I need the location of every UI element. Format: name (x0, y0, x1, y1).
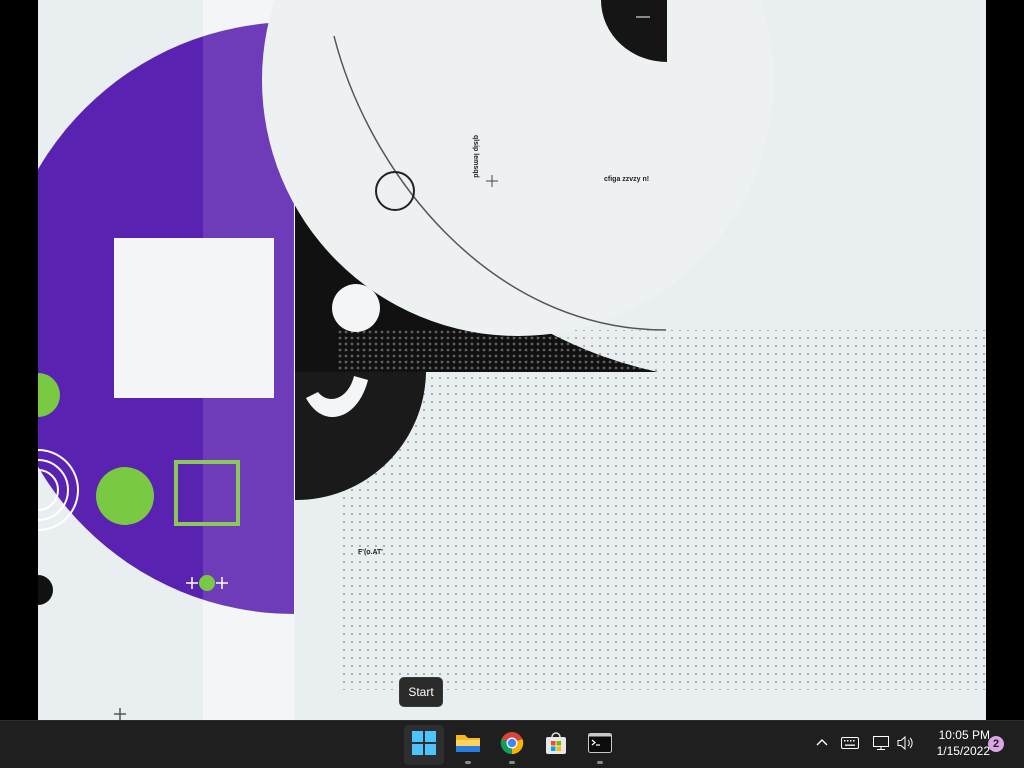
network-button[interactable] (870, 733, 894, 757)
running-indicator (509, 761, 515, 764)
clock-button[interactable]: 10:05 PM 1/15/2022 (922, 727, 990, 759)
keyboard-icon (841, 736, 859, 754)
taskbar (0, 720, 1024, 768)
start-tooltip: Start (399, 677, 443, 707)
volume-icon (897, 735, 915, 756)
taskbar-file-explorer[interactable] (448, 725, 488, 765)
folder-icon (455, 732, 481, 759)
chrome-icon (500, 731, 524, 760)
clock-date: 1/15/2022 (936, 744, 990, 758)
taskbar-chrome[interactable] (492, 725, 532, 765)
chevron-up-icon (815, 736, 829, 755)
running-indicator (597, 761, 603, 764)
clock-time: 10:05 PM (938, 728, 990, 742)
start-button[interactable] (404, 725, 444, 765)
desktop[interactable]: cfiga zzvzy n! qlsip lemsqd F'(o.AT' (0, 0, 1024, 720)
volume-button[interactable] (894, 733, 918, 757)
terminal-icon (588, 732, 612, 758)
notification-badge[interactable]: 2 (988, 736, 1004, 752)
windows-logo-icon (412, 730, 436, 760)
taskbar-terminal[interactable] (580, 725, 620, 765)
show-hidden-icons-button[interactable] (810, 733, 834, 757)
taskbar-microsoft-store[interactable] (536, 725, 576, 765)
network-icon (873, 735, 891, 756)
wallpaper-text-c: F'(o.AT' (358, 549, 383, 556)
running-indicator (465, 761, 471, 764)
wallpaper-text-b: qlsip lemsqd (472, 135, 479, 178)
desktop-wallpaper: cfiga zzvzy n! qlsip lemsqd F'(o.AT' (38, 0, 986, 720)
store-icon (544, 731, 568, 760)
wallpaper-text-a: cfiga zzvzy n! (604, 176, 649, 183)
input-indicator-button[interactable] (838, 733, 862, 757)
